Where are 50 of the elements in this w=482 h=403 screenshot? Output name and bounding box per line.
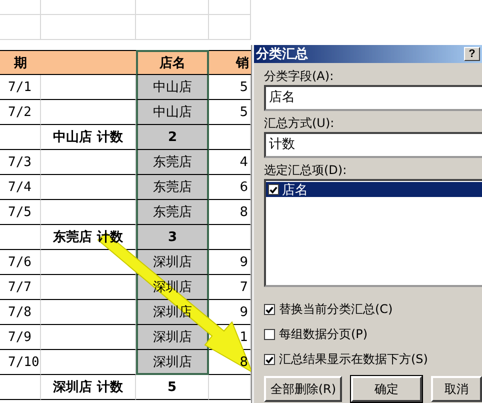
table-cell: 7/3 (0, 150, 41, 175)
table-cell: 深圳店 (136, 325, 209, 350)
column-header: 期 (0, 50, 41, 75)
field-label: 汇总方式(U): (264, 115, 336, 132)
table-cell (0, 375, 41, 400)
empty-cell (209, 0, 251, 15)
dropdown-field[interactable]: 计数 (264, 132, 482, 158)
field-label: 分类字段(A): (264, 68, 335, 85)
help-button[interactable]: ? (464, 47, 480, 61)
table-cell: 深圳店 计数 (41, 375, 136, 400)
dialog-button[interactable]: 确定 (351, 376, 422, 402)
table-cell: 5 (136, 375, 209, 400)
dialog-button[interactable]: 取消 (431, 376, 482, 402)
table-cell: 7/2 (0, 100, 41, 125)
table-cell (0, 225, 41, 250)
empty-cell (209, 15, 251, 40)
table-cell (0, 125, 41, 150)
empty-cell (0, 0, 41, 15)
table-cell: 深圳店 (136, 250, 209, 275)
table-cell: 7/6 (0, 250, 41, 275)
checkbox[interactable] (264, 304, 275, 315)
table-cell: 7/4 (0, 175, 41, 200)
checkbox-label: 汇总结果显示在数据下方(S) (279, 351, 428, 368)
dialog-title: 分类汇总 (256, 46, 308, 63)
table-cell: 7/5 (0, 200, 41, 225)
checkbox-label: 每组数据分页(P) (279, 326, 368, 343)
checkbox[interactable] (268, 184, 279, 195)
table-cell: 7/1 (0, 75, 41, 100)
list-label: 选定汇总项(D): (264, 162, 348, 179)
table-cell: 中山店 (136, 100, 209, 125)
table-cell: 7/9 (0, 325, 41, 350)
dropdown-field[interactable]: 店名 (264, 85, 482, 111)
table-cell: 2 (136, 125, 209, 150)
column-header: 销 (209, 50, 251, 75)
table-cell: 深圳店 (136, 350, 209, 375)
table-cell: 7/10 (0, 350, 41, 375)
table-cell: 东莞店 (136, 200, 209, 225)
dialog-button[interactable]: 全部删除(R) (264, 376, 342, 402)
table-cell: 东莞店 (136, 150, 209, 175)
table-cell: 7/8 (0, 300, 41, 325)
table-cell: 3 (136, 225, 209, 250)
list-item[interactable]: 店名 (266, 182, 482, 197)
checkbox-label: 替换当前分类汇总(C) (279, 301, 393, 318)
checkbox[interactable] (264, 354, 275, 365)
column-header: 店名 (136, 50, 209, 75)
empty-cell (0, 15, 41, 40)
table-cell: 东莞店 (136, 175, 209, 200)
checkbox[interactable] (264, 329, 275, 340)
table-cell: 7/7 (0, 275, 41, 300)
table-cell: 中山店 (136, 75, 209, 100)
